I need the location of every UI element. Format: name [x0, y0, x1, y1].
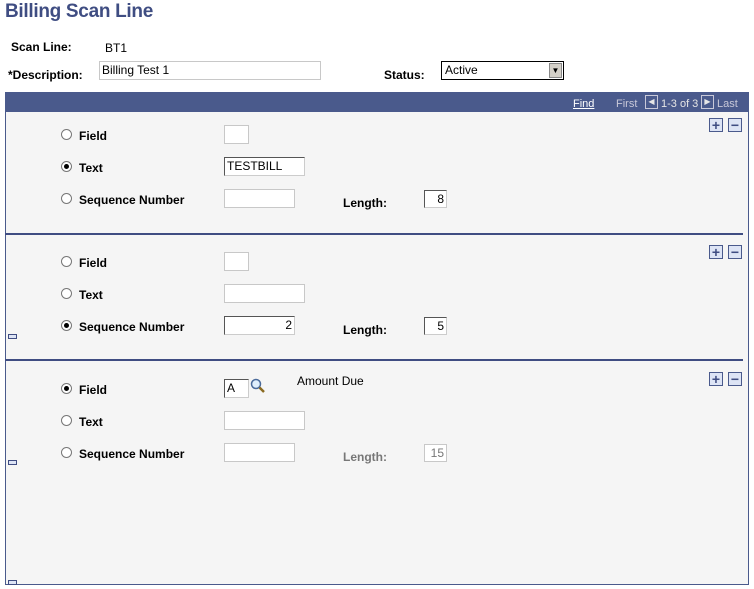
length-label: Length:: [343, 450, 387, 464]
field-label: Field: [79, 383, 108, 397]
sequence-label: Sequence Number: [79, 320, 185, 334]
delete-row-button[interactable]: −: [728, 118, 742, 132]
add-row-button[interactable]: +: [709, 245, 723, 259]
collapse-icon[interactable]: [8, 460, 17, 465]
chevron-down-icon[interactable]: ▼: [549, 63, 562, 78]
collapse-icon[interactable]: [8, 334, 17, 339]
sequence-radio[interactable]: [61, 320, 72, 331]
scan-line-row: + −: [5, 239, 747, 364]
description-label: *Description:: [8, 68, 83, 82]
sequence-input[interactable]: 2: [224, 316, 295, 335]
sequence-input[interactable]: [224, 443, 295, 462]
field-input[interactable]: [224, 252, 249, 271]
text-label: Text: [79, 161, 103, 175]
text-input[interactable]: [224, 411, 305, 430]
status-label: Status:: [384, 68, 425, 82]
row-count: 1-3 of 3: [661, 98, 699, 110]
add-row-button[interactable]: +: [709, 118, 723, 132]
status-value: Active: [445, 63, 478, 77]
description-input[interactable]: Billing Test 1: [99, 61, 321, 80]
text-radio[interactable]: [61, 161, 72, 172]
delete-row-button[interactable]: −: [728, 245, 742, 259]
scan-line-label: Scan Line:: [11, 40, 72, 54]
grid-header: Find First ◀ 1-3 of 3 ▶ Last: [5, 92, 749, 112]
text-input[interactable]: [224, 284, 305, 303]
length-input[interactable]: 5: [424, 317, 447, 335]
field-radio[interactable]: [61, 129, 72, 140]
text-label: Text: [79, 415, 103, 429]
row-divider: [5, 233, 743, 235]
sequence-radio[interactable]: [61, 447, 72, 458]
delete-row-button[interactable]: −: [728, 372, 742, 386]
sequence-input[interactable]: [224, 189, 295, 208]
next-arrow-icon[interactable]: ▶: [701, 95, 714, 109]
field-label: Field: [79, 129, 108, 143]
text-radio[interactable]: [61, 288, 72, 299]
field-radio[interactable]: [61, 256, 72, 267]
field-label: Field: [79, 256, 108, 270]
collapse-icon[interactable]: [8, 580, 17, 585]
find-link[interactable]: Find: [573, 98, 594, 110]
length-label: Length:: [343, 323, 387, 337]
status-select[interactable]: Active ▼: [441, 61, 564, 80]
field-description: Amount Due: [297, 374, 364, 388]
page-title: Billing Scan Line: [5, 1, 153, 22]
row-divider: [5, 359, 743, 361]
sequence-radio[interactable]: [61, 193, 72, 204]
length-label: Length:: [343, 196, 387, 210]
add-row-button[interactable]: +: [709, 372, 723, 386]
length-input[interactable]: 8: [424, 190, 447, 208]
field-input[interactable]: A: [224, 379, 249, 398]
scan-line-row: + −: [5, 112, 747, 237]
sequence-label: Sequence Number: [79, 193, 185, 207]
text-input[interactable]: TESTBILL: [224, 157, 305, 176]
length-input: 15: [424, 444, 447, 462]
sequence-label: Sequence Number: [79, 447, 185, 461]
first-link: First: [616, 98, 638, 110]
field-input[interactable]: [224, 125, 249, 144]
text-label: Text: [79, 288, 103, 302]
field-radio[interactable]: [61, 383, 72, 394]
prev-arrow-icon[interactable]: ◀: [645, 95, 658, 109]
text-radio[interactable]: [61, 415, 72, 426]
last-link: Last: [717, 98, 738, 110]
scan-line-value: BT1: [105, 41, 128, 55]
lookup-search-icon[interactable]: [250, 378, 266, 394]
scan-line-row: + −: [5, 366, 747, 491]
